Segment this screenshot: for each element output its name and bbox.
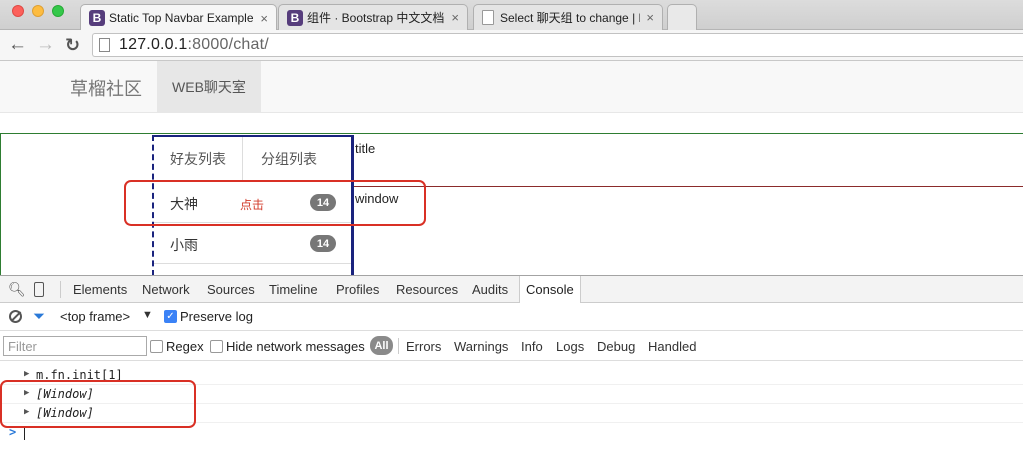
- device-mode-icon[interactable]: [34, 282, 44, 297]
- container-border: [0, 134, 1, 276]
- document-favicon-icon: [482, 10, 494, 25]
- console-toolbar: ⏷ <top frame> ▼ ✓ Preserve log: [0, 303, 1023, 331]
- expand-triangle-icon[interactable]: ▶: [24, 369, 29, 379]
- console-text: m.fn.init[1]: [36, 368, 123, 382]
- devtools-panel: 🔍︎ Elements Network Sources Timeline Pro…: [0, 275, 1023, 463]
- console-text: [Window]: [36, 406, 94, 420]
- frame-selector[interactable]: <top frame>: [60, 309, 130, 324]
- chat-title: title: [355, 141, 376, 156]
- minimize-window-button[interactable]: [32, 5, 44, 17]
- regex-label: Regex: [166, 339, 204, 354]
- browser-tab-select-chatgroup[interactable]: Select 聊天组 to change | D ×: [473, 4, 663, 30]
- devtools-tab-elements[interactable]: Elements: [73, 282, 127, 297]
- close-tab-icon[interactable]: ×: [260, 11, 268, 26]
- tab-title: Static Top Navbar Example: [109, 11, 254, 25]
- close-window-button[interactable]: [12, 5, 24, 17]
- unread-badge: 14: [310, 235, 336, 252]
- console-line[interactable]: ▶ [Window]: [0, 404, 1023, 423]
- hide-network-label: Hide network messages: [226, 339, 365, 354]
- console-line[interactable]: ▶ m.fn.init[1]: [0, 366, 1023, 385]
- close-tab-icon[interactable]: ×: [451, 10, 459, 25]
- new-tab-button[interactable]: [667, 4, 697, 30]
- click-hint: 点击: [240, 198, 265, 212]
- chat-window: window: [355, 191, 399, 206]
- chat-container: 好友列表 分组列表 大神 点击 14 小雨 14 title window: [0, 133, 1023, 276]
- level-errors[interactable]: Errors: [406, 339, 441, 354]
- close-tab-icon[interactable]: ×: [646, 10, 654, 25]
- console-filter-input[interactable]: [3, 336, 147, 356]
- friend-item-xiaoyu[interactable]: 小雨 14: [154, 223, 351, 264]
- level-logs[interactable]: Logs: [556, 339, 584, 354]
- browser-tab-bar: B Static Top Navbar Example × B 组件 · Boo…: [0, 0, 1023, 31]
- devtools-tab-network[interactable]: Network: [142, 282, 190, 297]
- console-line[interactable]: ▶ [Window]: [0, 385, 1023, 404]
- preserve-log-label: Preserve log: [180, 309, 253, 324]
- friend-name: 大神: [170, 196, 198, 212]
- devtools-tab-bar: 🔍︎ Elements Network Sources Timeline Pro…: [0, 276, 1023, 303]
- tab-title: 组件 · Bootstrap 中文文档: [307, 11, 445, 25]
- expand-triangle-icon[interactable]: ▶: [24, 388, 29, 398]
- divider: [60, 281, 61, 298]
- expand-triangle-icon[interactable]: ▶: [24, 407, 29, 417]
- bootstrap-favicon-icon: B: [89, 10, 105, 26]
- preserve-log-checkbox[interactable]: ✓: [164, 310, 177, 323]
- unread-badge: 14: [310, 194, 336, 211]
- devtools-tab-console[interactable]: Console: [519, 276, 581, 303]
- level-info[interactable]: Info: [521, 339, 543, 354]
- nav-item-web-chat[interactable]: WEB聊天室: [157, 61, 261, 113]
- navbar-brand[interactable]: 草榴社区: [70, 75, 142, 101]
- tab-groups[interactable]: 分组列表: [242, 137, 351, 181]
- friend-item-dashen[interactable]: 大神 点击 14: [154, 182, 351, 223]
- tab-title: Select 聊天组 to change | D: [500, 11, 641, 25]
- devtools-tab-profiles[interactable]: Profiles: [336, 282, 379, 297]
- console-text: [Window]: [36, 387, 94, 401]
- console-filter-bar: Regex Hide network messages All Errors W…: [0, 331, 1023, 361]
- browser-tab-navbar-example[interactable]: B Static Top Navbar Example ×: [80, 4, 277, 31]
- divider: [398, 338, 399, 354]
- list-tabs: 好友列表 分组列表: [154, 137, 351, 181]
- devtools-tab-audits[interactable]: Audits: [472, 282, 508, 297]
- inspect-search-icon[interactable]: 🔍︎: [8, 281, 26, 298]
- devtools-tab-sources[interactable]: Sources: [207, 282, 255, 297]
- address-bar[interactable]: 127.0.0.1:8000/chat/: [92, 33, 1023, 57]
- site-navbar: 草榴社区 WEB聊天室: [0, 61, 1023, 113]
- console-prompt[interactable]: >: [0, 424, 1023, 442]
- level-all-button[interactable]: All: [370, 336, 393, 355]
- devtools-tab-timeline[interactable]: Timeline: [269, 282, 318, 297]
- friend-name: 小雨: [170, 237, 198, 253]
- title-divider: [354, 186, 1023, 187]
- forward-arrow-icon[interactable]: →: [36, 34, 55, 56]
- level-warnings[interactable]: Warnings: [454, 339, 508, 354]
- tab-friends[interactable]: 好友列表: [170, 137, 226, 181]
- friend-list-panel: 好友列表 分组列表 大神 点击 14 小雨 14: [152, 135, 354, 276]
- url-path: :8000/chat/: [187, 36, 269, 53]
- clear-console-icon[interactable]: [9, 310, 22, 323]
- page-icon: [99, 38, 110, 52]
- url-host: 127.0.0.1: [119, 36, 188, 53]
- bootstrap-favicon-icon: B: [287, 9, 303, 26]
- hide-network-checkbox[interactable]: [210, 340, 223, 353]
- browser-tab-bootstrap-docs[interactable]: B 组件 · Bootstrap 中文文档 ×: [278, 4, 468, 30]
- level-debug[interactable]: Debug: [597, 339, 635, 354]
- address-url: 127.0.0.1:8000/chat/: [119, 36, 269, 54]
- dropdown-arrow-icon[interactable]: ▼: [142, 309, 153, 321]
- filter-funnel-icon[interactable]: ⏷: [33, 308, 45, 325]
- reload-icon[interactable]: ↻: [65, 34, 80, 56]
- text-caret: [24, 427, 25, 440]
- level-handled[interactable]: Handled: [648, 339, 696, 354]
- back-arrow-icon[interactable]: ←: [8, 34, 27, 56]
- browser-toolbar: ← → ↻ 127.0.0.1:8000/chat/: [0, 30, 1023, 61]
- regex-checkbox[interactable]: [150, 340, 163, 353]
- prompt-chevron-icon: >: [9, 425, 17, 439]
- devtools-tab-resources[interactable]: Resources: [396, 282, 458, 297]
- zoom-window-button[interactable]: [52, 5, 64, 17]
